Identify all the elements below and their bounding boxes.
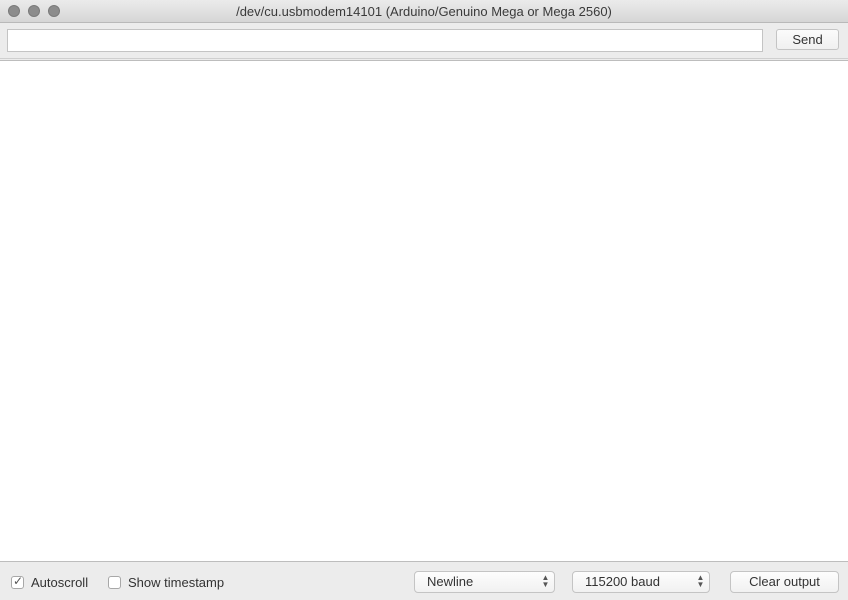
send-toolbar: Send	[0, 23, 848, 59]
serial-input-field[interactable]	[7, 29, 763, 52]
bottom-bar: ✓ Autoscroll Show timestamp Newline ▲ ▼ 1…	[0, 562, 848, 600]
title-bar: /dev/cu.usbmodem14101 (Arduino/Genuino M…	[0, 0, 848, 23]
line-ending-select[interactable]: Newline ▲ ▼	[414, 571, 555, 593]
baud-rate-value: 115200 baud	[585, 574, 660, 589]
send-button[interactable]: Send	[776, 29, 839, 50]
baud-rate-select[interactable]: 115200 baud ▲ ▼	[572, 571, 710, 593]
show-timestamp-checkbox[interactable]	[108, 576, 121, 589]
updown-chevron-icon: ▲ ▼	[541, 573, 550, 589]
updown-chevron-icon: ▲ ▼	[696, 573, 705, 589]
serial-output-area[interactable]	[0, 60, 848, 562]
clear-output-button[interactable]: Clear output	[730, 571, 839, 593]
autoscroll-label[interactable]: Autoscroll	[31, 575, 88, 590]
serial-monitor-window: /dev/cu.usbmodem14101 (Arduino/Genuino M…	[0, 0, 848, 600]
window-title: /dev/cu.usbmodem14101 (Arduino/Genuino M…	[236, 4, 612, 19]
show-timestamp-label[interactable]: Show timestamp	[128, 575, 224, 590]
checkmark-icon: ✓	[13, 574, 24, 588]
autoscroll-checkbox[interactable]: ✓	[11, 574, 24, 589]
line-ending-value: Newline	[427, 574, 474, 589]
